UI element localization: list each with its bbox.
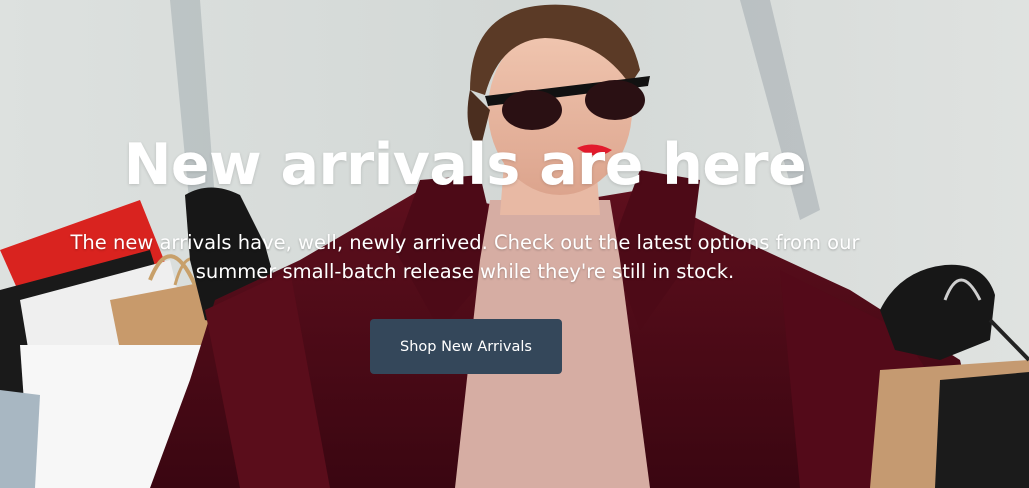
hero-subtitle: The new arrivals have, well, newly arriv… [70, 231, 860, 283]
hero-section: New arrivals are here The new arrivals h… [0, 0, 1029, 488]
hero-title: New arrivals are here [123, 132, 807, 198]
shop-new-arrivals-button[interactable]: Shop New Arrivals [370, 319, 562, 374]
hero-content: New arrivals are here The new arrivals h… [0, 0, 930, 488]
